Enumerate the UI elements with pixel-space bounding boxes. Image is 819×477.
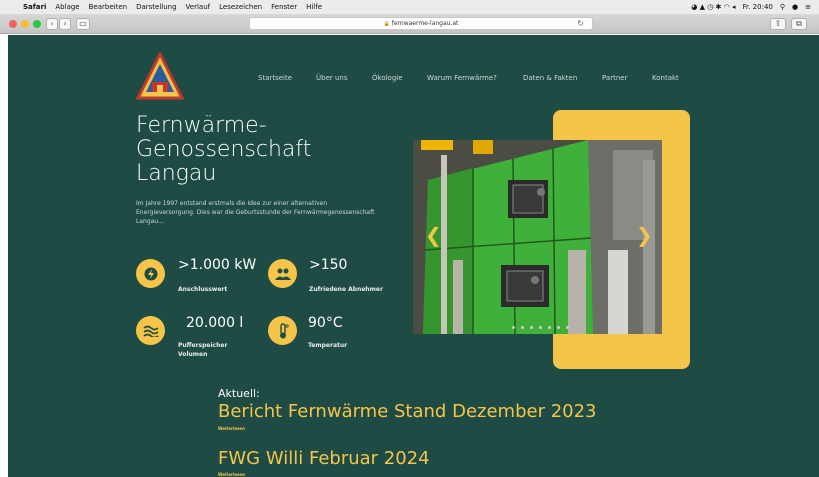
menu-app[interactable]: Safari xyxy=(23,3,46,11)
close-window-button[interactable] xyxy=(9,20,17,28)
menubar-clock[interactable]: Fr. 20:40 xyxy=(742,3,772,11)
carousel-prev-button[interactable]: ❮ xyxy=(425,223,442,247)
menu-lesezeichen[interactable]: Lesezeichen xyxy=(219,3,262,11)
stat-value-temperatur: 90°C xyxy=(308,315,343,331)
spotlight-icon[interactable]: ⚲ xyxy=(780,3,785,11)
carousel-dot[interactable] xyxy=(530,326,533,329)
url-text: fernwaerme-langau.at xyxy=(391,20,459,27)
news-title[interactable]: FWG Willi Februar 2024 xyxy=(218,448,430,469)
nav-warum-fernwaerme[interactable]: Warum Fernwärme? xyxy=(427,74,497,82)
lock-icon: 🔒 xyxy=(383,21,390,27)
carousel-dot[interactable] xyxy=(557,326,560,329)
browser-toolbar: ‹ › ▭ 🔒 fernwaerme-langau.at ↻ ⇪ ⧉ xyxy=(0,14,819,34)
news-read-more-link[interactable]: Weiterlesen xyxy=(218,472,245,477)
nav-daten-fakten[interactable]: Daten & Fakten xyxy=(523,74,577,82)
nav-ueber-uns[interactable]: Über uns xyxy=(316,74,348,82)
stat-label-temperatur: Temperatur xyxy=(308,342,348,349)
carousel-dot[interactable] xyxy=(566,326,569,329)
stat-value-anschlusswert: >1.000 kW xyxy=(178,257,257,273)
menu-verlauf[interactable]: Verlauf xyxy=(186,3,211,11)
news-title[interactable]: Bericht Fernwärme Stand Dezember 2023 xyxy=(218,401,597,422)
thermometer-icon xyxy=(268,316,297,345)
stat-label-pufferspeicher: Pufferspeicher Volumen xyxy=(178,342,228,358)
share-button[interactable]: ⇪ xyxy=(770,18,786,30)
stat-label-anschlusswert: Anschlusswert xyxy=(178,286,228,293)
stat-value-pufferspeicher: 20.000 l xyxy=(186,315,244,331)
news-read-more-link[interactable]: Weiterlesen xyxy=(218,426,245,431)
forward-button[interactable]: › xyxy=(59,18,71,30)
zoom-window-button[interactable] xyxy=(33,20,41,28)
back-button[interactable]: ‹ xyxy=(46,18,58,30)
news-heading: Aktuell: xyxy=(218,387,260,400)
carousel-dot[interactable] xyxy=(521,326,524,329)
menu-hilfe[interactable]: Hilfe xyxy=(306,3,322,11)
carousel-next-button[interactable]: ❯ xyxy=(636,223,653,247)
intro-text: Im Jahre 1997 entstand erstmals die Idee… xyxy=(136,200,375,225)
people-icon xyxy=(268,259,297,288)
notification-icon[interactable]: ≡ xyxy=(805,3,811,11)
address-bar[interactable]: 🔒 fernwaerme-langau.at ↻ xyxy=(249,17,593,30)
nav-oekologie[interactable]: Ökologie xyxy=(372,74,403,82)
menu-ablage[interactable]: Ablage xyxy=(55,3,79,11)
siri-icon[interactable]: ● xyxy=(792,3,798,11)
lightning-icon xyxy=(136,259,165,288)
nav-partner[interactable]: Partner xyxy=(602,74,627,82)
menu-darstellung[interactable]: Darstellung xyxy=(136,3,176,11)
stat-label-abnehmer: Zufriedene Abnehmer xyxy=(309,286,383,293)
minimize-window-button[interactable] xyxy=(21,20,29,28)
logo-icon[interactable] xyxy=(136,52,184,102)
carousel-indicators xyxy=(512,326,569,329)
water-icon xyxy=(136,316,165,345)
nav-kontakt[interactable]: Kontakt xyxy=(652,74,679,82)
carousel-dot[interactable] xyxy=(512,326,515,329)
tabs-button[interactable]: ⧉ xyxy=(791,18,807,30)
page-title: Fernwärme- Genossenschaft Langau xyxy=(136,113,312,186)
reload-icon[interactable]: ↻ xyxy=(577,18,584,30)
web-page: Startseite Über uns Ökologie Warum Fernw… xyxy=(8,35,819,477)
carousel-dot[interactable] xyxy=(548,326,551,329)
status-icons[interactable]: ◕ ▲ ◷ ✱ ◠ ◂ xyxy=(691,3,735,11)
menubar: Safari Ablage Bearbeiten Darstellung Ver… xyxy=(0,0,819,14)
carousel-image xyxy=(413,140,662,334)
stat-value-abnehmer: >150 xyxy=(309,257,348,273)
menu-bearbeiten[interactable]: Bearbeiten xyxy=(89,3,127,11)
nav-startseite[interactable]: Startseite xyxy=(258,74,292,82)
sidebar-button[interactable]: ▭ xyxy=(76,18,90,30)
menu-fenster[interactable]: Fenster xyxy=(271,3,297,11)
carousel-dot[interactable] xyxy=(539,326,542,329)
